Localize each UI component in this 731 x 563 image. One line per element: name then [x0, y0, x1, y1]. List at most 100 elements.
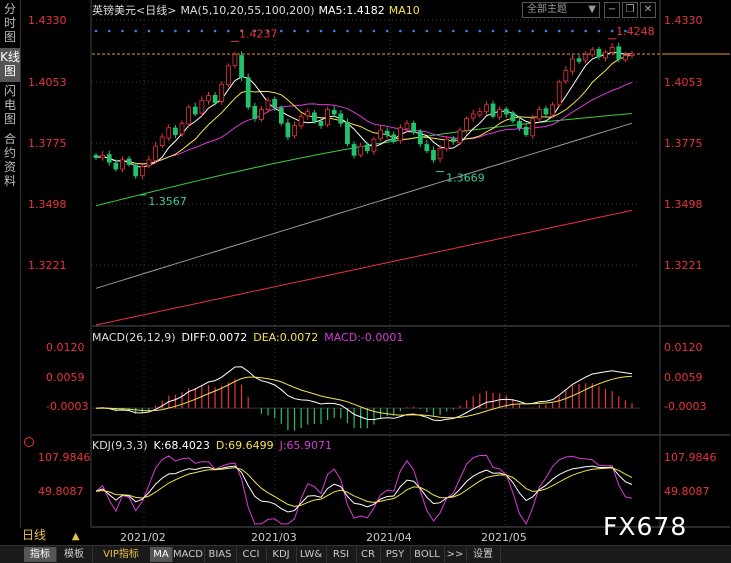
signal-dot	[107, 29, 111, 33]
bottom-tab-8[interactable]: LW&	[296, 547, 327, 562]
signal-dot	[227, 29, 230, 33]
sidebar-item-kline[interactable]: K线图	[0, 48, 20, 82]
sidebar-item-contract[interactable]: 合约资料	[0, 130, 20, 192]
bottom-tab-12[interactable]: BOLL	[410, 547, 445, 562]
price-tick-left: 1.4053	[28, 76, 67, 89]
candle-body	[371, 138, 377, 152]
candle-body	[345, 121, 350, 145]
signal-dot	[399, 29, 402, 33]
candle-body	[106, 154, 112, 163]
candle-body	[126, 158, 132, 165]
time-label: 2021/02	[120, 531, 166, 544]
kdj-title[interactable]: KDJ(9,3,3)	[92, 439, 148, 452]
candle-body	[186, 106, 192, 125]
signal-dot	[584, 29, 587, 33]
bottom-tab-7[interactable]: KDJ	[266, 547, 297, 562]
candle-body	[398, 127, 403, 142]
candle-body	[278, 107, 284, 124]
candle-body	[93, 154, 99, 158]
bottom-tab-9[interactable]: RSI	[326, 547, 357, 562]
kdj-k: K:68.4023	[153, 439, 210, 452]
restore-icon[interactable]: ❐	[622, 2, 638, 18]
candle-body	[609, 47, 615, 53]
ma5-value: MA5:1.4182	[318, 4, 385, 17]
period-selector[interactable]: 日线 ▲	[22, 528, 92, 543]
kdj-tick-right: 49.8087	[664, 485, 710, 498]
signal-dot	[279, 29, 283, 33]
kdj-k-line	[95, 465, 633, 513]
extreme-label: 1.4248	[616, 25, 655, 38]
candle-body	[477, 111, 483, 116]
kdj-tick-left: 49.8087	[38, 485, 84, 498]
signal-dot	[293, 29, 296, 33]
macd-dea: DEA:0.0072	[253, 331, 319, 344]
candle-body	[464, 118, 469, 131]
bottom-tab-2[interactable]: VIP指标	[92, 547, 151, 562]
candle-body	[503, 108, 509, 115]
candle-body	[285, 122, 291, 138]
signal-dot	[213, 29, 217, 33]
candle-body	[450, 138, 456, 142]
macd-diff-line	[95, 366, 633, 422]
extreme-label: 1.3669	[446, 172, 485, 185]
bottom-tab-5[interactable]: BIAS	[204, 547, 237, 562]
macd-tick-left: -0.0003	[46, 400, 88, 413]
bottom-tab-4[interactable]: MACD	[172, 547, 205, 562]
candle-body	[457, 129, 463, 144]
candle-body	[530, 118, 536, 137]
symbol-label[interactable]: 英镑美元<日线>	[92, 4, 176, 17]
candle-body	[490, 103, 496, 117]
bottom-tab-10[interactable]: CR	[356, 547, 381, 562]
signal-dot	[597, 29, 601, 33]
time-label: 2021/04	[366, 531, 412, 544]
minimize-icon[interactable]: −	[604, 2, 620, 18]
signal-dot	[346, 29, 349, 33]
bottom-tab-14[interactable]: 设置	[466, 547, 501, 562]
candle-body	[391, 134, 397, 142]
settings-dot-icon[interactable]	[24, 437, 34, 447]
candle-body	[173, 127, 178, 136]
kdj-j-line	[95, 454, 633, 525]
bottom-tab-0[interactable]: 指标	[24, 547, 57, 562]
time-label: 2021/05	[481, 531, 527, 544]
candle-body	[212, 95, 218, 103]
macd-title[interactable]: MACD(26,12,9)	[92, 331, 176, 344]
candle-body	[364, 144, 370, 152]
price-chart[interactable]: 1.4330 1.4330 1.4053 1.4053 1.3775 1.3775 1.34…	[0, 0, 731, 545]
candle-body	[358, 145, 364, 156]
price-tick-left: 1.3221	[28, 259, 67, 272]
bottom-tab-6[interactable]: CCI	[236, 547, 267, 562]
candle-body	[166, 127, 172, 139]
ma-params: MA(5,10,20,55,100,200)	[180, 4, 315, 17]
chevron-down-icon: ▼	[588, 4, 596, 15]
price-tick-left: 1.4330	[28, 14, 67, 27]
signal-dot	[187, 29, 190, 33]
macd-tick-right: 0.0059	[664, 371, 703, 384]
bottom-tab-11[interactable]: PSY	[380, 547, 411, 562]
topic-dropdown[interactable]: 全部主题 ▼	[522, 2, 600, 18]
bottom-tab-1[interactable]: 模板	[56, 547, 93, 562]
candle-body	[497, 109, 503, 118]
candle-body	[298, 115, 304, 127]
sidebar-item-flash[interactable]: 闪电图	[0, 82, 20, 130]
sidebar-item-timeshare[interactable]: 分时图	[0, 0, 20, 48]
close-icon[interactable]: ✕	[640, 2, 656, 18]
ma20-line	[95, 81, 633, 165]
macd-tick-left: 0.0120	[46, 341, 85, 354]
candle-body	[378, 129, 383, 140]
price-tick-right: 1.3775	[664, 137, 703, 150]
bottom-tab-13[interactable]: >>	[444, 547, 467, 562]
macd-tick-left: 0.0059	[46, 371, 85, 384]
kdj-d: D:69.6499	[215, 439, 274, 452]
candle-body	[331, 109, 337, 115]
kdj-j: J:65.9071	[279, 439, 333, 452]
bottom-tab-3[interactable]: MA	[150, 547, 173, 562]
candle-body	[424, 144, 430, 152]
price-tick-right: 1.3221	[664, 259, 703, 272]
signal-dot	[425, 29, 429, 33]
candle-body	[616, 46, 622, 60]
candle-body	[120, 159, 125, 170]
period-label: 日线	[22, 528, 47, 542]
candle-body	[510, 112, 516, 122]
candle-body	[265, 99, 271, 110]
